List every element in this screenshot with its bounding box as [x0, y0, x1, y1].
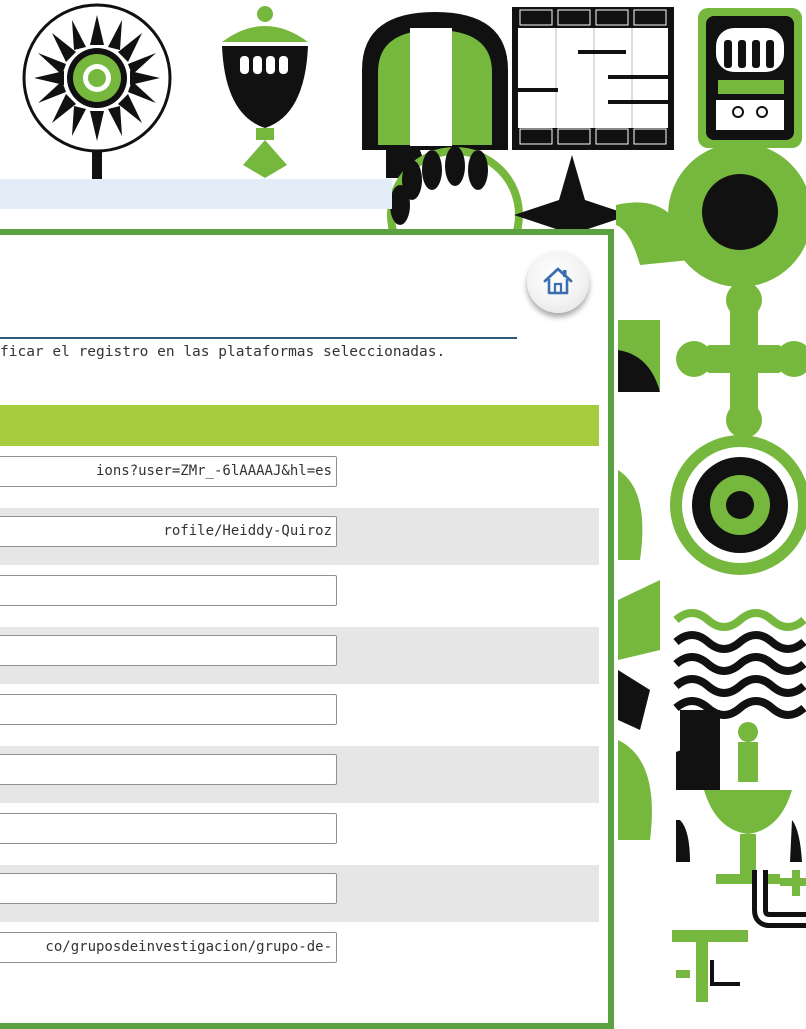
- instruction-text: ficar el registro en las plataformas sel…: [0, 344, 446, 360]
- sun-emblem-icon: [22, 3, 172, 180]
- platform-url-value: co/gruposdeinvestigacion/grupo-de-: [45, 939, 332, 955]
- platform-url-value: rofile/Heiddy-Quiroz: [163, 523, 332, 539]
- platform-url-row: [0, 865, 599, 922]
- platform-url-value: ions?user=ZMr_-6lAAAAJ&hl=es: [95, 463, 332, 479]
- title-divider: [0, 337, 517, 339]
- platform-url-field[interactable]: [0, 754, 337, 785]
- building-icon: [698, 8, 802, 148]
- arch-icon: [362, 12, 508, 150]
- platform-url-field[interactable]: [0, 873, 337, 904]
- platform-url-row: [0, 627, 599, 684]
- platform-url-row: co/gruposdeinvestigacion/grupo-de-: [0, 924, 599, 981]
- platform-url-row: [0, 805, 599, 862]
- platform-url-field[interactable]: co/gruposdeinvestigacion/grupo-de-: [0, 932, 337, 963]
- platform-url-row: [0, 567, 599, 624]
- pipes-icon: [752, 870, 806, 928]
- platform-url-field[interactable]: [0, 694, 337, 725]
- ring-emblem-icon: [668, 143, 806, 287]
- platform-url-field[interactable]: [0, 813, 337, 844]
- window-grid-icon: [512, 7, 674, 150]
- waves-icon: [673, 631, 806, 719]
- platform-url-row: ions?user=ZMr_-6lAAAAJ&hl=es: [0, 448, 599, 505]
- round-flower-icon: [670, 435, 806, 575]
- platform-url-row: rofile/Heiddy-Quiroz: [0, 508, 599, 565]
- platform-url-field[interactable]: [0, 575, 337, 606]
- platform-url-field[interactable]: ions?user=ZMr_-6lAAAAJ&hl=es: [0, 456, 337, 487]
- platform-url-row: [0, 686, 599, 743]
- platform-url-row: [0, 746, 599, 803]
- section-header-bar: [0, 405, 599, 446]
- home-icon: [543, 267, 573, 295]
- chalice-icon: [222, 6, 308, 178]
- platform-url-field[interactable]: [0, 635, 337, 666]
- home-button[interactable]: [527, 251, 589, 313]
- top-strip: [0, 179, 392, 209]
- platform-url-field[interactable]: rofile/Heiddy-Quiroz: [0, 516, 337, 547]
- cross-flower-icon: [676, 282, 806, 438]
